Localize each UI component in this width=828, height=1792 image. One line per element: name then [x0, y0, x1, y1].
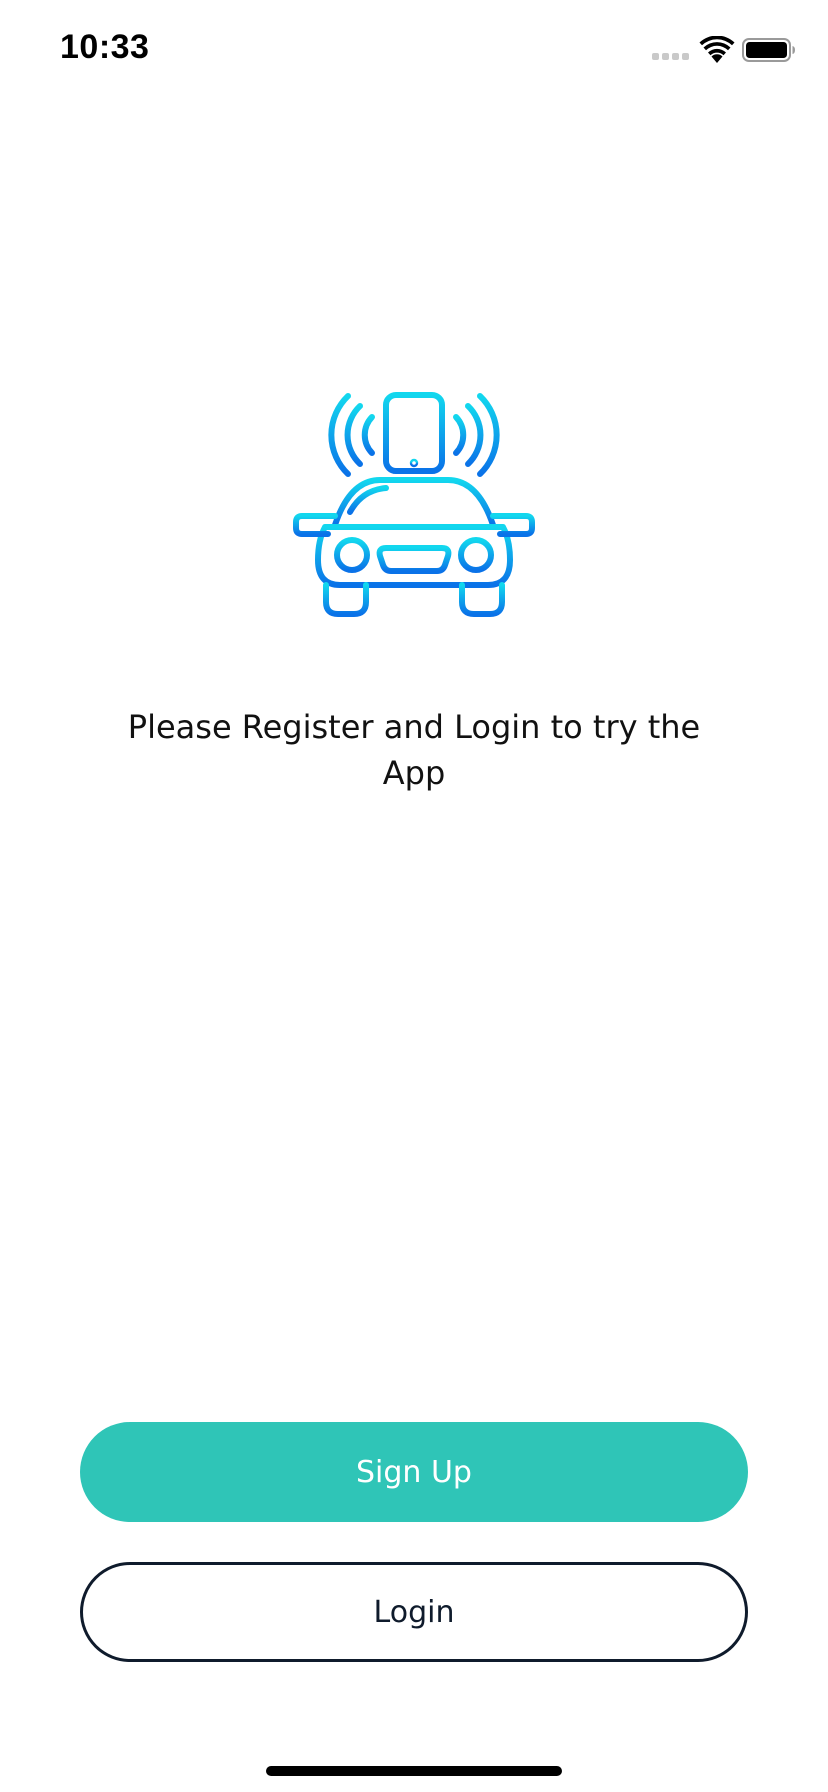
home-indicator[interactable]: [266, 1766, 562, 1776]
register-login-prompt: Please Register and Login to try the App: [127, 708, 701, 792]
signal-icon: [652, 53, 689, 60]
sign-up-button[interactable]: Sign Up: [80, 1422, 748, 1522]
car-phone-connected-icon: [293, 392, 535, 617]
wifi-icon: [699, 36, 735, 63]
status-time: 10:33: [60, 28, 150, 66]
login-button[interactable]: Login: [80, 1562, 748, 1662]
battery-icon: [742, 38, 795, 62]
status-bar: 10:33: [0, 0, 828, 100]
